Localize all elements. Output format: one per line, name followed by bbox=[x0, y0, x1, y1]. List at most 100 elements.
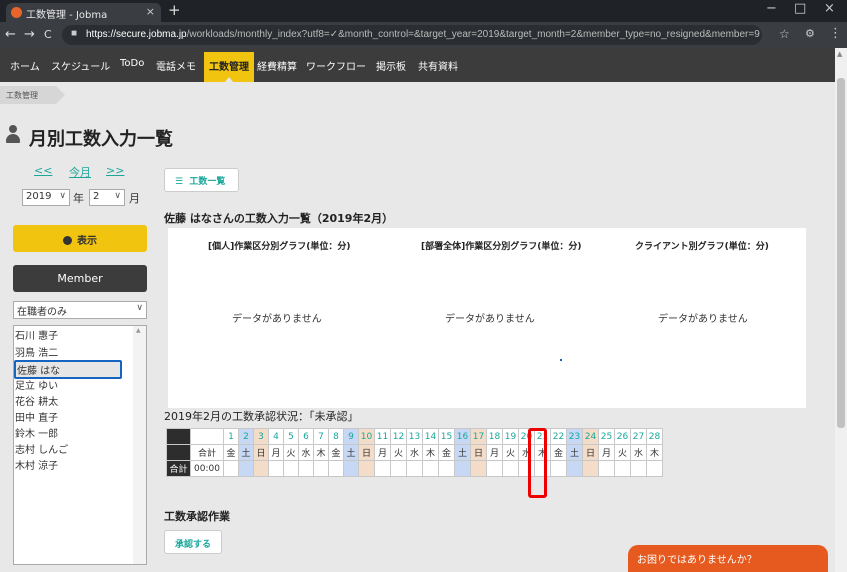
help-chat-button[interactable]: お困りではありませんか？ bbox=[628, 545, 828, 572]
approve-button[interactable]: 承認する bbox=[164, 530, 222, 554]
browser-menu-icon[interactable]: ⋮ bbox=[829, 26, 842, 41]
close-window-icon[interactable]: × bbox=[824, 1, 835, 16]
calendar-value-cell[interactable] bbox=[223, 460, 239, 477]
member-list-item[interactable]: 石川 惠子 bbox=[15, 327, 58, 342]
this-month-link[interactable]: 今月 bbox=[69, 164, 91, 180]
new-tab-icon[interactable]: + bbox=[168, 1, 181, 19]
member-list-item[interactable]: 木村 涼子 bbox=[15, 457, 58, 472]
calendar-value-cell[interactable] bbox=[283, 460, 299, 477]
member-list[interactable]: 石川 惠子 羽鳥 浩二 佐藤 はな 足立 ゆい 花谷 耕太 田中 直子 鈴木 一… bbox=[13, 325, 147, 565]
breadcrumb[interactable]: 工数管理 bbox=[0, 86, 65, 104]
maximize-icon[interactable]: □ bbox=[794, 1, 806, 16]
bookmark-star-icon[interactable]: ☆ bbox=[779, 27, 790, 41]
nav-item-bulletin[interactable]: 掲示板 bbox=[376, 58, 406, 73]
calendar-value-cell[interactable] bbox=[422, 460, 439, 477]
calendar-value-cell[interactable] bbox=[598, 460, 615, 477]
calendar-day-3[interactable]: 3 bbox=[253, 428, 269, 445]
nav-item-workflow[interactable]: ワークフロー bbox=[306, 58, 366, 73]
minimize-icon[interactable]: − bbox=[766, 1, 777, 16]
next-month-link[interactable]: >> bbox=[106, 164, 124, 177]
member-list-scrollbar[interactable]: ▲ bbox=[133, 326, 146, 564]
member-button[interactable]: Member bbox=[13, 265, 147, 292]
calendar-value-cell[interactable] bbox=[646, 460, 663, 477]
calendar-day-23[interactable]: 23 bbox=[566, 428, 583, 445]
calendar-day-13[interactable]: 13 bbox=[406, 428, 423, 445]
member-list-item[interactable]: 志村 しんご bbox=[15, 441, 68, 456]
calendar-day-5[interactable]: 5 bbox=[283, 428, 299, 445]
calendar-day-11[interactable]: 11 bbox=[374, 428, 391, 445]
calendar-value-cell[interactable] bbox=[630, 460, 647, 477]
back-icon[interactable]: ← bbox=[5, 27, 16, 42]
calendar-day-9[interactable]: 9 bbox=[343, 428, 359, 445]
calendar-value-cell[interactable] bbox=[374, 460, 391, 477]
calendar-day-8[interactable]: 8 bbox=[328, 428, 344, 445]
nav-item-todo[interactable]: ToDo bbox=[120, 58, 144, 69]
member-list-item[interactable]: 鈴木 一郎 bbox=[15, 425, 58, 440]
calendar-day-25[interactable]: 25 bbox=[598, 428, 615, 445]
calendar-value-cell[interactable] bbox=[566, 460, 583, 477]
page-scrollbar[interactable]: ▲ bbox=[835, 48, 847, 572]
calendar-day-19[interactable]: 19 bbox=[502, 428, 519, 445]
calendar-value-cell[interactable] bbox=[358, 460, 375, 477]
calendar-day-16[interactable]: 16 bbox=[454, 428, 471, 445]
workload-list-button[interactable]: ☰ 工数一覧 bbox=[164, 168, 239, 192]
tab-close-icon[interactable]: × bbox=[146, 5, 155, 18]
scroll-up-icon[interactable]: ▲ bbox=[136, 327, 141, 334]
member-list-item[interactable]: 足立 ゆい bbox=[15, 377, 58, 392]
member-type-select[interactable]: 在職者のみ ∨ bbox=[13, 301, 147, 319]
calendar-day-10[interactable]: 10 bbox=[358, 428, 375, 445]
calendar-day-1[interactable]: 1 bbox=[223, 428, 239, 445]
calendar-value-cell[interactable] bbox=[390, 460, 407, 477]
calendar-day-7[interactable]: 7 bbox=[313, 428, 329, 445]
calendar-value-cell[interactable] bbox=[614, 460, 631, 477]
member-list-item[interactable]: 田中 直子 bbox=[15, 409, 58, 424]
calendar-day-18[interactable]: 18 bbox=[486, 428, 503, 445]
calendar-value-cell[interactable] bbox=[328, 460, 344, 477]
calendar-day-27[interactable]: 27 bbox=[630, 428, 647, 445]
calendar-value-cell[interactable] bbox=[582, 460, 599, 477]
calendar-day-17[interactable]: 17 bbox=[470, 428, 487, 445]
calendar-value-cell[interactable] bbox=[438, 460, 455, 477]
calendar-value-cell[interactable] bbox=[454, 460, 471, 477]
url-field[interactable]: ■ https://secure.jobma.jp/workloads/mont… bbox=[62, 25, 762, 45]
calendar-value-cell[interactable] bbox=[550, 460, 567, 477]
month-select[interactable]: 2 ∨ bbox=[89, 189, 125, 206]
calendar-value-cell[interactable] bbox=[253, 460, 269, 477]
year-select[interactable]: 2019 ∨ bbox=[22, 189, 70, 206]
calendar-day-28[interactable]: 28 bbox=[646, 428, 663, 445]
calendar-day-12[interactable]: 12 bbox=[390, 428, 407, 445]
scrollbar-thumb[interactable] bbox=[837, 78, 845, 428]
calendar-day-4[interactable]: 4 bbox=[268, 428, 284, 445]
nav-item-shared-docs[interactable]: 共有資料 bbox=[418, 58, 458, 73]
reload-icon[interactable]: C bbox=[44, 28, 52, 41]
calendar-day-24[interactable]: 24 bbox=[582, 428, 599, 445]
nav-item-schedule[interactable]: スケジュール bbox=[51, 58, 110, 73]
member-list-item[interactable]: 花谷 耕太 bbox=[15, 393, 58, 408]
nav-item-home[interactable]: ホーム bbox=[10, 58, 40, 73]
calendar-day-22[interactable]: 22 bbox=[550, 428, 567, 445]
prev-month-link[interactable]: << bbox=[34, 164, 52, 177]
calendar-day-14[interactable]: 14 bbox=[422, 428, 439, 445]
calendar-value-cell[interactable] bbox=[313, 460, 329, 477]
calendar-value-cell[interactable] bbox=[238, 460, 254, 477]
calendar-value-cell[interactable] bbox=[298, 460, 314, 477]
browser-tab[interactable]: 工数管理 - Jobma × bbox=[6, 3, 161, 22]
calendar-value-cell[interactable] bbox=[406, 460, 423, 477]
calendar-value-cell[interactable] bbox=[343, 460, 359, 477]
calendar-day-26[interactable]: 26 bbox=[614, 428, 631, 445]
calendar-value-cell[interactable] bbox=[486, 460, 503, 477]
extension-icon[interactable]: ⚙ bbox=[805, 27, 815, 40]
calendar-day-15[interactable]: 15 bbox=[438, 428, 455, 445]
member-list-item[interactable]: 羽鳥 浩二 bbox=[15, 344, 58, 359]
nav-item-expenses[interactable]: 経費精算 bbox=[257, 58, 297, 73]
calendar-day-2[interactable]: 2 bbox=[238, 428, 254, 445]
scroll-up-icon[interactable]: ▲ bbox=[837, 50, 842, 58]
calendar-value-cell[interactable] bbox=[502, 460, 519, 477]
calendar-day-6[interactable]: 6 bbox=[298, 428, 314, 445]
calendar-value-cell[interactable] bbox=[470, 460, 487, 477]
calendar-value-cell[interactable] bbox=[268, 460, 284, 477]
show-button[interactable]: 表示 bbox=[13, 225, 147, 252]
forward-icon[interactable]: → bbox=[24, 27, 35, 42]
nav-item-workload[interactable]: 工数管理 bbox=[204, 52, 254, 83]
nav-item-phone-memo[interactable]: 電話メモ bbox=[156, 58, 196, 73]
